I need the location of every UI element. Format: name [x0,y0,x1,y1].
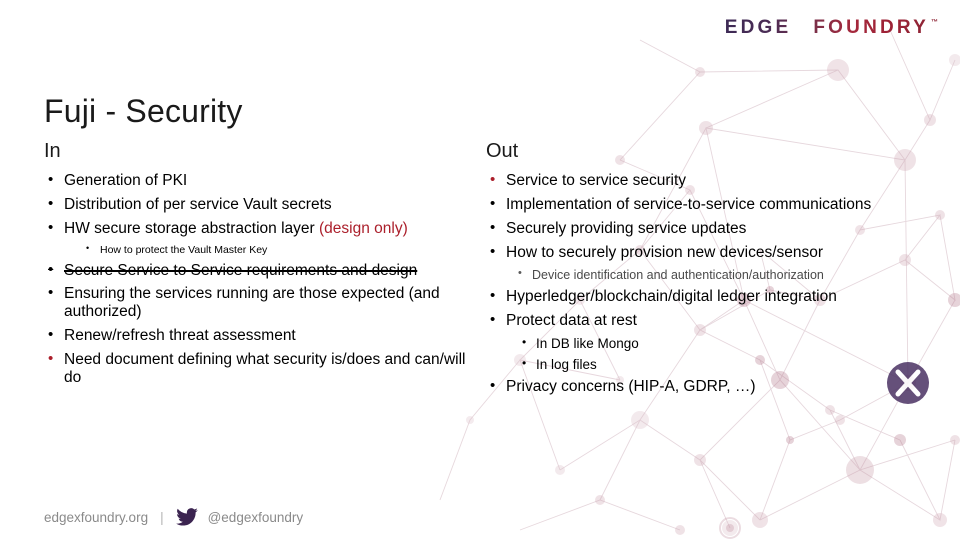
list-item: HW secure storage abstraction layer (des… [44,219,474,238]
list-item: Protect data at rest [486,311,886,330]
bullet-text: Device identification and authentication… [532,267,824,282]
footer-separator: | [160,509,164,525]
list-item: Privacy concerns (HIP-A, GDRP, …) [486,377,886,396]
trademark-symbol: ™ [931,19,938,26]
bullet-text: Service to service security [506,172,687,189]
twitter-bird-icon[interactable] [175,508,198,526]
list-item: Securely providing service updates [486,219,886,238]
column-in: In Generation of PKI Distribution of per… [44,140,474,393]
list-item: Need document defining what security is/… [44,350,474,387]
bullet-text: Secure Service to Service requirements a… [64,261,418,279]
bullet-text: Need document defining what security is/… [64,351,466,387]
bullet-text: In log files [536,357,597,372]
list-item: Generation of PKI [44,171,474,190]
list-item: Renew/refresh threat assessment [44,326,474,345]
footer: edgexfoundry.org | @edgexfoundry [44,508,303,526]
bullet-text: Implementation of service-to-service com… [506,195,872,213]
footer-website-link[interactable]: edgexfoundry.org [44,510,148,525]
bullet-text: HW secure storage abstraction layer [64,219,319,237]
bullet-text: Securely providing service updates [506,219,747,237]
x-watermark-badge [887,362,929,404]
column-out-heading: Out [486,140,519,162]
list-item: Device identification and authentication… [486,267,886,283]
bullet-text: Generation of PKI [64,172,188,189]
bullet-text: How to securely provision new devices/se… [506,243,824,261]
bullet-text: In DB like Mongo [536,335,639,351]
logo-text-foundry: FOUNDRY [813,17,929,38]
logo-text-edge: EDGE [724,17,792,38]
list-item: Ensuring the services running are those … [44,284,474,321]
list-item: How to securely provision new devices/se… [486,243,886,262]
list-item: Hyperledger/blockchain/digital ledger in… [486,287,886,306]
bullet-text: Distribution of per service Vault secret… [64,195,332,213]
list-item: Implementation of service-to-service com… [486,195,886,214]
bullet-text: Protect data at rest [506,311,637,329]
list-item: Distribution of per service Vault secret… [44,195,474,214]
list-item: In log files [486,356,886,373]
column-out: Out Service to service security Implemen… [486,140,886,402]
bullet-text: Renew/refresh threat assessment [64,327,296,345]
bullet-text-highlight: (design only) [319,219,408,237]
footer-twitter-handle[interactable]: @edgexfoundry [208,510,304,525]
logo-x-mark: X [794,17,811,38]
list-item: Service to service security [486,171,886,190]
list-item: In DB like Mongo [486,335,886,352]
bullet-text: Hyperledger/blockchain/digital ledger in… [506,287,837,305]
page-title: Fuji - Security [44,93,243,130]
list-item: Secure Service to Service requirements a… [44,261,474,280]
column-out-bullet-list: Service to service security Implementati… [486,171,886,396]
list-item: How to protect the Vault Master Key [44,243,474,257]
slide-canvas: EDGEXFOUNDRY ™ Fuji - Security In Genera… [0,0,960,540]
bullet-text: Privacy concerns (HIP-A, GDRP, …) [506,378,756,396]
bullet-text: How to protect the Vault Master Key [100,243,268,256]
edgex-foundry-logo: EDGE X FOUNDRY ™ [725,18,938,37]
logo-wordmark: EDGE X FOUNDRY [725,18,929,37]
column-in-bullet-list: Generation of PKI Distribution of per se… [44,171,474,387]
column-in-heading: In [44,140,61,162]
bullet-text: Ensuring the services running are those … [64,285,440,321]
